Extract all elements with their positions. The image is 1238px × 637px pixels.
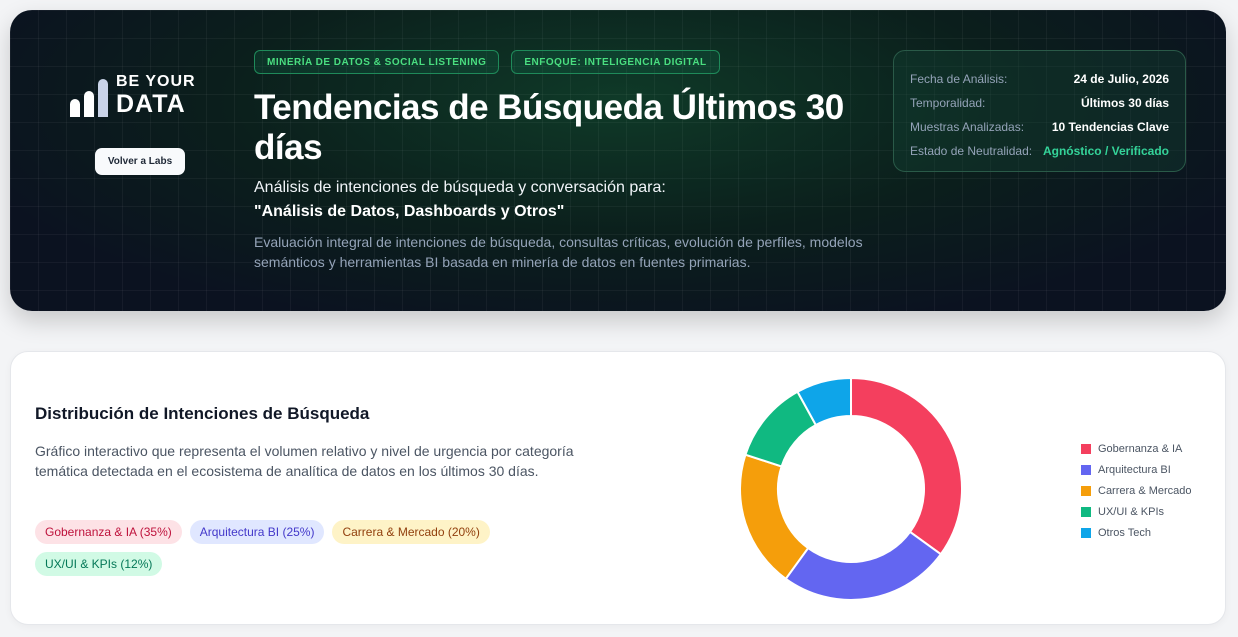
legend-swatch bbox=[1081, 485, 1091, 496]
distribution-card: Distribución de Intenciones de Búsqueda … bbox=[10, 351, 1226, 625]
hero-chips: MINERÍA DE DATOS & SOCIAL LISTENING ENFO… bbox=[254, 50, 720, 74]
legend-label: Otros Tech bbox=[1098, 526, 1151, 539]
meta-row-period: Temporalidad: Últimos 30 días bbox=[910, 91, 1169, 115]
meta-row-neutrality: Estado de Neutralidad: Agnóstico / Verif… bbox=[910, 139, 1169, 163]
logo-line1: BE YOUR bbox=[116, 73, 196, 90]
legend-item[interactable]: Otros Tech bbox=[1081, 522, 1192, 543]
meta-value: 10 Tendencias Clave bbox=[1051, 120, 1169, 134]
legend-item[interactable]: Gobernanza & IA bbox=[1081, 438, 1192, 459]
meta-row-samples: Muestras Analizadas: 10 Tendencias Clave bbox=[910, 115, 1169, 139]
hero-banner: BE YOUR DATA Volver a Labs MINERÍA DE DA… bbox=[10, 10, 1226, 311]
donut-slice-0[interactable] bbox=[850, 376, 963, 556]
section-description: Gráfico interactivo que representa el vo… bbox=[35, 443, 574, 479]
pill-uxui: UX/UI & KPIs (12%) bbox=[35, 552, 163, 576]
chip-focus: ENFOQUE: INTELIGENCIA DIGITAL bbox=[511, 50, 720, 74]
legend-label: Gobernanza & IA bbox=[1098, 442, 1183, 455]
hero-description: Evaluación integral de intenciones de bú… bbox=[254, 234, 863, 270]
donut-slice-2[interactable] bbox=[739, 453, 810, 581]
pill-carrera: Carrera & Mercado (20%) bbox=[332, 520, 490, 544]
back-to-labs-button[interactable]: Volver a Labs bbox=[95, 148, 185, 175]
section-title: Distribución de Intenciones de Búsqueda bbox=[35, 404, 370, 423]
legend-label: UX/UI & KPIs bbox=[1098, 505, 1165, 518]
meta-key: Temporalidad: bbox=[910, 96, 986, 110]
meta-key: Fecha de Análisis: bbox=[910, 72, 1008, 86]
meta-key: Muestras Analizadas: bbox=[910, 120, 1025, 134]
legend-item[interactable]: Arquitectura BI bbox=[1081, 459, 1192, 480]
meta-row-date: Fecha de Análisis: 24 de Julio, 2026 bbox=[910, 67, 1169, 91]
meta-value: Últimos 30 días bbox=[1080, 96, 1169, 110]
logo-bars-icon bbox=[70, 77, 108, 117]
logo-line2: DATA bbox=[116, 90, 186, 118]
pill-gobernanza: Gobernanza & IA (35%) bbox=[35, 520, 182, 544]
legend-label: Carrera & Mercado bbox=[1098, 484, 1192, 497]
chip-data-mining: MINERÍA DE DATOS & SOCIAL LISTENING bbox=[254, 50, 500, 74]
brand-logo: BE YOUR DATA bbox=[70, 74, 196, 117]
donut-chart[interactable] bbox=[738, 376, 964, 602]
donut-slice-1[interactable] bbox=[784, 530, 943, 601]
legend-swatch bbox=[1081, 443, 1091, 454]
legend-swatch bbox=[1081, 464, 1091, 475]
pill-arquitectura: Arquitectura BI (25%) bbox=[189, 520, 325, 544]
page-title: Tendencias de Búsqueda Últimos 30 días bbox=[254, 88, 844, 167]
legend-swatch bbox=[1081, 527, 1091, 538]
hero-subtitle: Análisis de intenciones de búsqueda y co… bbox=[254, 179, 666, 196]
meta-value: 24 de Julio, 2026 bbox=[1073, 72, 1169, 86]
legend-swatch bbox=[1081, 506, 1091, 517]
category-pills: Gobernanza & IA (35%) Arquitectura BI (2… bbox=[35, 520, 555, 576]
analysis-meta-panel: Fecha de Análisis: 24 de Julio, 2026 Tem… bbox=[893, 50, 1186, 172]
hero-quote: "Análisis de Datos, Dashboards y Otros" bbox=[254, 203, 565, 220]
legend-item[interactable]: UX/UI & KPIs bbox=[1081, 501, 1192, 522]
meta-value-status: Agnóstico / Verificado bbox=[1042, 144, 1169, 158]
meta-key: Estado de Neutralidad: bbox=[910, 144, 1033, 158]
legend-label: Arquitectura BI bbox=[1098, 463, 1171, 476]
legend-item[interactable]: Carrera & Mercado bbox=[1081, 480, 1192, 501]
chart-legend: Gobernanza & IA Arquitectura BI Carrera & … bbox=[1081, 438, 1192, 543]
